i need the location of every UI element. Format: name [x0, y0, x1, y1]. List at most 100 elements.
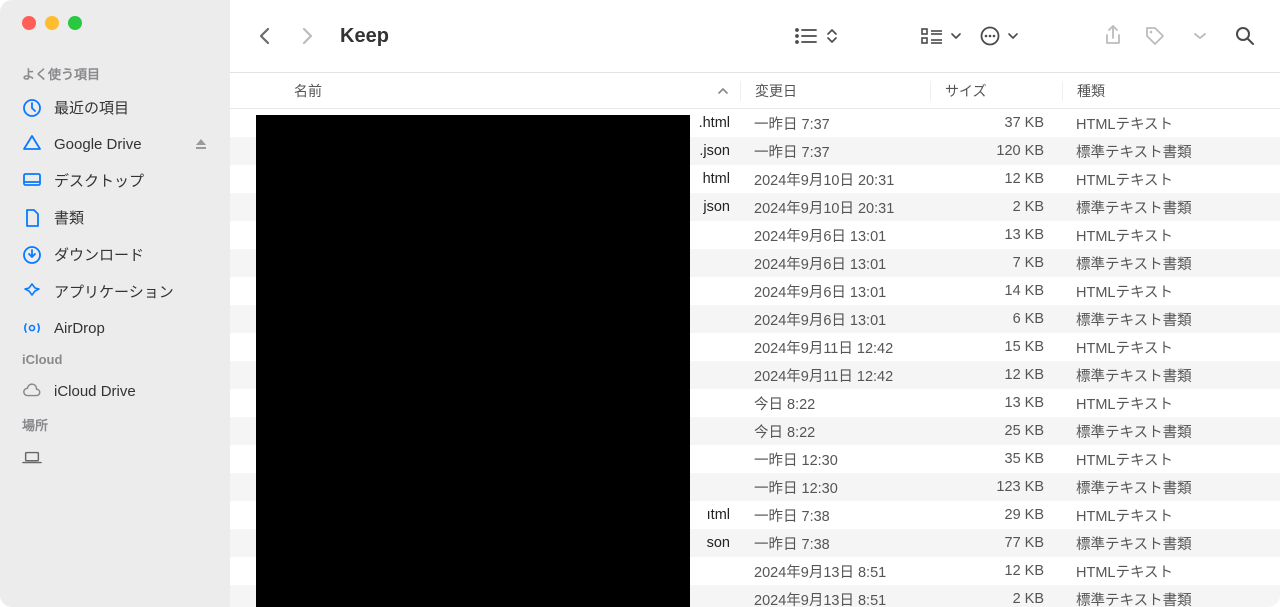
file-kind: HTMLテキスト [1062, 561, 1280, 582]
file-date: 2024年9月6日 13:01 [740, 309, 930, 330]
file-size: 120 KB [930, 143, 1062, 159]
back-button[interactable] [248, 19, 282, 53]
file-date: 2024年9月6日 13:01 [740, 281, 930, 302]
file-date: 今日 8:22 [740, 421, 930, 442]
sidebar-heading: iCloud [0, 346, 230, 373]
file-kind: HTMLテキスト [1062, 449, 1280, 470]
clock-icon [22, 98, 42, 118]
sidebar-item[interactable] [0, 440, 230, 476]
group-button[interactable] [916, 19, 966, 53]
sidebar-item-label: Google Drive [54, 136, 142, 153]
cloud-icon [22, 381, 42, 401]
file-date: 一昨日 7:38 [740, 505, 930, 526]
sidebar: よく使う項目最近の項目 Google Drive デスクトップ書類ダウンロードアプリ… [0, 0, 230, 607]
file-size: 12 KB [930, 563, 1062, 579]
forward-button[interactable] [290, 19, 324, 53]
file-kind: HTMLテキスト [1062, 225, 1280, 246]
file-size: 29 KB [930, 507, 1062, 523]
file-kind: HTMLテキスト [1062, 337, 1280, 358]
file-date: 2024年9月13日 8:51 [740, 561, 930, 582]
dropdown-button[interactable] [1180, 19, 1220, 53]
file-size: 25 KB [930, 423, 1062, 439]
file-date: 一昨日 12:30 [740, 449, 930, 470]
file-date: 一昨日 12:30 [740, 477, 930, 498]
desktop-icon [22, 171, 42, 191]
file-size: 13 KB [930, 395, 1062, 411]
file-date: 2024年9月6日 13:01 [740, 225, 930, 246]
file-kind: HTMLテキスト [1062, 113, 1280, 134]
sidebar-item[interactable]: 書類 [0, 199, 230, 236]
file-kind: 標準テキスト書類 [1062, 197, 1280, 218]
view-mode-button[interactable] [788, 19, 844, 53]
sidebar-item[interactable]: デスクトップ [0, 162, 230, 199]
file-size: 7 KB [930, 255, 1062, 271]
file-date: 2024年9月6日 13:01 [740, 253, 930, 274]
airdrop-icon [22, 318, 42, 338]
document-icon [22, 208, 42, 228]
sidebar-heading: よく使う項目 [0, 58, 230, 89]
sidebar-item-label: デスクトップ [54, 170, 144, 191]
file-kind: HTMLテキスト [1062, 393, 1280, 414]
file-size: 12 KB [930, 171, 1062, 187]
file-size: 13 KB [930, 227, 1062, 243]
laptop-icon [22, 448, 42, 468]
tag-button[interactable] [1138, 19, 1172, 53]
column-header-date[interactable]: 変更日 [740, 81, 930, 101]
sidebar-item[interactable]: iCloud Drive [0, 373, 230, 409]
file-kind: 標準テキスト書類 [1062, 589, 1280, 607]
sidebar-item[interactable]: アプリケーション [0, 273, 230, 310]
file-size: 77 KB [930, 535, 1062, 551]
file-kind: HTMLテキスト [1062, 505, 1280, 526]
file-size: 14 KB [930, 283, 1062, 299]
grid-icon [22, 282, 42, 302]
share-button[interactable] [1096, 19, 1130, 53]
sort-icon [718, 87, 728, 95]
file-date: 一昨日 7:37 [740, 141, 930, 162]
sidebar-item-label: アプリケーション [54, 281, 174, 302]
minimize-window-button[interactable] [45, 16, 59, 30]
file-size: 15 KB [930, 339, 1062, 355]
file-date: 今日 8:22 [740, 393, 930, 414]
column-header-name[interactable]: 名前 [230, 81, 740, 101]
file-date: 一昨日 7:38 [740, 533, 930, 554]
file-size: 37 KB [930, 115, 1062, 131]
file-size: 2 KB [930, 199, 1062, 215]
action-menu-button[interactable] [974, 19, 1024, 53]
file-date: 2024年9月10日 20:31 [740, 169, 930, 190]
file-date: 2024年9月10日 20:31 [740, 197, 930, 218]
file-kind: HTMLテキスト [1062, 281, 1280, 302]
window-title: Keep [340, 25, 389, 48]
window-controls [0, 16, 230, 30]
file-kind: 標準テキスト書類 [1062, 309, 1280, 330]
column-header-size[interactable]: サイズ [930, 81, 1062, 101]
download-icon [22, 245, 42, 265]
close-window-button[interactable] [22, 16, 36, 30]
fullscreen-window-button[interactable] [68, 16, 82, 30]
redacted-overlay [256, 115, 690, 607]
sidebar-item-label: 最近の項目 [54, 97, 129, 118]
file-size: 35 KB [930, 451, 1062, 467]
file-date: 2024年9月13日 8:51 [740, 589, 930, 607]
file-size: 2 KB [930, 591, 1062, 607]
sidebar-item[interactable]: AirDrop [0, 310, 230, 346]
file-size: 6 KB [930, 311, 1062, 327]
toolbar: Keep [230, 0, 1280, 73]
file-kind: 標準テキスト書類 [1062, 253, 1280, 274]
sidebar-item-label: 書類 [54, 207, 84, 228]
file-kind: 標準テキスト書類 [1062, 141, 1280, 162]
sidebar-item[interactable]: ダウンロード [0, 236, 230, 273]
sidebar-item[interactable]: 最近の項目 [0, 89, 230, 126]
file-kind: 標準テキスト書類 [1062, 477, 1280, 498]
sidebar-heading: 場所 [0, 409, 230, 440]
file-size: 123 KB [930, 479, 1062, 495]
file-size: 12 KB [930, 367, 1062, 383]
sidebar-item[interactable]: Google Drive [0, 126, 230, 162]
file-date: 一昨日 7:37 [740, 113, 930, 134]
file-date: 2024年9月11日 12:42 [740, 337, 930, 358]
file-date: 2024年9月11日 12:42 [740, 365, 930, 386]
search-button[interactable] [1228, 19, 1262, 53]
column-header-kind[interactable]: 種類 [1062, 81, 1280, 101]
eject-icon[interactable] [194, 137, 208, 151]
google-drive-icon [22, 134, 42, 154]
file-kind: 標準テキスト書類 [1062, 421, 1280, 442]
